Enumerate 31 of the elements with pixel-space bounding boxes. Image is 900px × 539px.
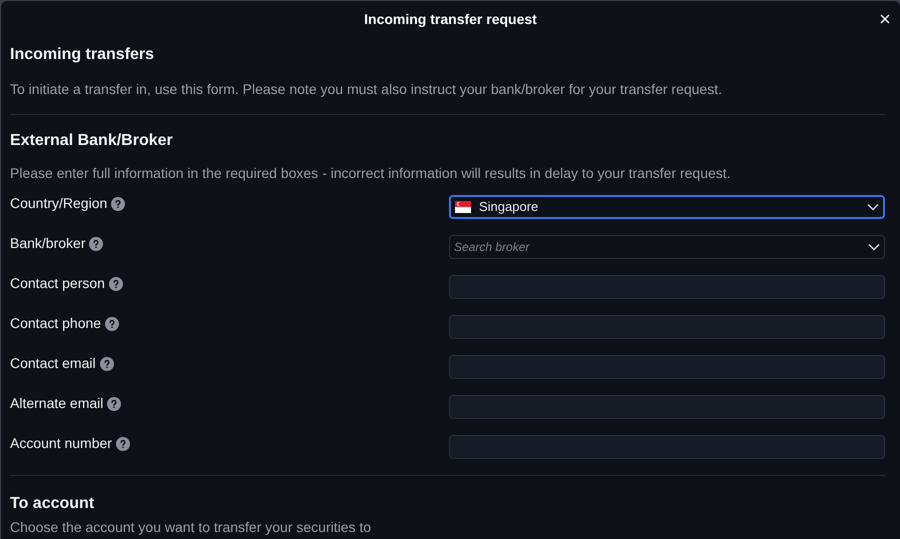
- section-heading: External Bank/Broker: [10, 131, 174, 151]
- field-label: Contact email: [10, 354, 96, 373]
- help-icon[interactable]: [116, 436, 130, 450]
- section-text: Please enter full information in the required boxes - incorrect information will results in delay to your transfer request.: [10, 164, 732, 183]
- input-field[interactable]: [449, 395, 885, 419]
- help-icon[interactable]: [108, 276, 123, 290]
- input-field[interactable]: [449, 355, 885, 379]
- dialog-title: Incoming transfer request: [364, 10, 537, 29]
- chevron-down-icon: [868, 243, 880, 251]
- field-label: Contact person: [10, 274, 105, 293]
- help-icon[interactable]: [105, 316, 120, 330]
- help-icon[interactable]: [89, 236, 104, 250]
- field-label: Alternate email: [10, 394, 104, 413]
- section-heading: Incoming transfers: [10, 45, 156, 65]
- field-label: Country/Region: [10, 194, 108, 213]
- chevron-down-icon: [867, 203, 879, 211]
- help-icon[interactable]: [100, 356, 114, 370]
- input-field[interactable]: [449, 435, 885, 459]
- section-text: Choose the account you want to transfer your securities to: [10, 518, 372, 537]
- section-heading: To account: [10, 494, 96, 514]
- help-icon[interactable]: [107, 396, 122, 410]
- field-label: Account number: [10, 434, 112, 453]
- input-field[interactable]: [449, 315, 885, 339]
- select-field[interactable]: Singapore: [449, 195, 885, 219]
- close-icon[interactable]: [880, 14, 890, 24]
- intro-text: To initiate a transfer in, use this form. Please note you must also instruct your bank/broker for your transfer request.: [10, 80, 723, 99]
- field-label: Bank/broker: [10, 234, 86, 253]
- input-field[interactable]: [449, 275, 885, 299]
- field-label: Contact phone: [10, 314, 102, 333]
- select-field[interactable]: Search broker: [449, 235, 885, 259]
- help-icon[interactable]: [111, 196, 126, 210]
